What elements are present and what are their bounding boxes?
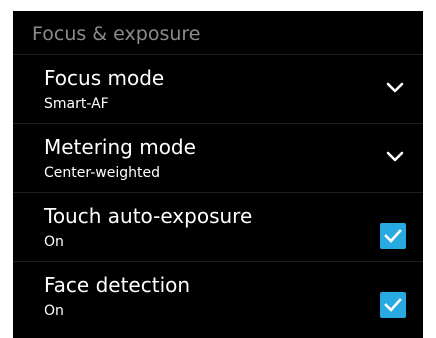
setting-row-focus-mode[interactable]: Focus mode Smart-AF (13, 56, 423, 124)
checkmark-icon (384, 229, 402, 243)
setting-title: Focus mode (44, 66, 165, 90)
setting-title: Metering mode (44, 135, 196, 159)
section-title: Focus & exposure (32, 23, 201, 45)
checkmark-icon (384, 298, 402, 312)
setting-row-face-detection[interactable]: Face detection On (13, 263, 423, 338)
face-detection-checkbox[interactable] (380, 292, 406, 318)
setting-value: Center-weighted (44, 165, 160, 181)
section-header: Focus & exposure (13, 11, 423, 55)
setting-value: On (44, 303, 64, 319)
camera-settings-panel: Focus & exposure Focus mode Smart-AF Met… (13, 11, 423, 338)
setting-row-metering-mode[interactable]: Metering mode Center-weighted (13, 125, 423, 193)
setting-title: Face detection (44, 273, 191, 297)
setting-title: Touch auto-exposure (44, 204, 253, 228)
setting-value: Smart-AF (44, 96, 109, 112)
setting-row-touch-auto-exposure[interactable]: Touch auto-exposure On (13, 194, 423, 262)
touch-auto-exposure-checkbox[interactable] (380, 223, 406, 249)
chevron-down-icon[interactable] (386, 151, 404, 163)
chevron-down-icon[interactable] (386, 82, 404, 94)
setting-value: On (44, 234, 64, 250)
